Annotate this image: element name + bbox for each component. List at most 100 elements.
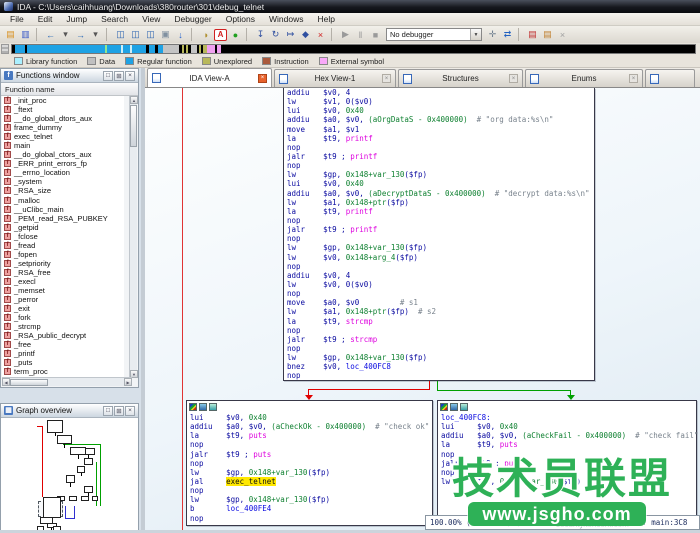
menu-item-file[interactable]: File xyxy=(3,13,31,26)
start-process-icon[interactable]: ▶ xyxy=(338,28,353,42)
float-icon[interactable]: ⊞ xyxy=(114,406,124,416)
function-row[interactable]: f__do_global_dtors_aux xyxy=(2,114,124,123)
function-row[interactable]: f_execl xyxy=(2,277,124,286)
function-row[interactable]: f_free xyxy=(2,340,124,349)
function-row[interactable]: f_fopen xyxy=(2,250,124,259)
scroll-left-icon[interactable]: ◀ xyxy=(2,378,10,386)
pause-process-icon[interactable]: ‖ xyxy=(353,28,368,42)
text-view-icon[interactable]: A xyxy=(214,29,227,41)
function-row[interactable]: f_malloc xyxy=(2,196,124,205)
step-over-icon[interactable]: ↻ xyxy=(268,28,283,42)
node-group-icon[interactable] xyxy=(199,403,207,411)
scrollbar-thumb[interactable] xyxy=(10,379,48,386)
tab-structures[interactable]: Structures× xyxy=(398,69,523,87)
segments-icon[interactable]: ▣ xyxy=(158,28,173,42)
run-until-return-icon[interactable]: ↦ xyxy=(283,28,298,42)
function-row[interactable]: f__uClibc_main xyxy=(2,205,124,214)
tab-partial[interactable] xyxy=(645,69,695,87)
function-row[interactable]: f__errno_location xyxy=(2,168,124,177)
navigator-scroll-icon[interactable] xyxy=(1,44,9,54)
save-icon[interactable]: ▥ xyxy=(18,28,33,42)
scrollbar-thumb[interactable] xyxy=(130,105,137,147)
graph-overview-titlebar[interactable]: ▦ Graph overview □⊞× xyxy=(1,404,138,418)
back-history-icon[interactable]: ▾ xyxy=(58,28,73,42)
function-row[interactable]: fframe_dummy xyxy=(2,123,124,132)
close-icon[interactable]: × xyxy=(125,406,135,416)
cancel-debugger-icon[interactable]: × xyxy=(313,28,328,42)
menu-item-windows[interactable]: Windows xyxy=(262,13,310,26)
function-row[interactable]: f_strcmp xyxy=(2,322,124,331)
node-frame-icon[interactable] xyxy=(209,403,217,411)
breakpoints-icon[interactable]: ▤ xyxy=(525,28,540,42)
function-row[interactable]: f_fread xyxy=(2,241,124,250)
reanalyze-icon[interactable]: ● xyxy=(228,28,243,42)
node-frame-icon[interactable] xyxy=(460,403,468,411)
function-row[interactable]: f_setpriority xyxy=(2,259,124,268)
menu-item-search[interactable]: Search xyxy=(94,13,135,26)
functions-list[interactable]: f_init_procf_ftextf__do_global_dtors_aux… xyxy=(2,96,124,378)
scroll-up-icon[interactable]: ▲ xyxy=(130,96,138,104)
menu-item-debugger[interactable]: Debugger xyxy=(167,13,218,26)
function-row[interactable]: f_fclose xyxy=(2,232,124,241)
function-row[interactable]: f_RSA_public_decrypt xyxy=(2,331,124,340)
function-row[interactable]: f_RSA_free xyxy=(2,268,124,277)
snapshot-icon[interactable]: ◑ xyxy=(198,28,213,42)
menu-item-jump[interactable]: Jump xyxy=(59,13,94,26)
function-row[interactable]: fterm_proc xyxy=(2,367,124,376)
function-row[interactable]: f_exit xyxy=(2,304,124,313)
strings-window-icon[interactable]: ◫ xyxy=(143,28,158,42)
basic-block-check-ok[interactable]: lui $v0, 0x40addiu $a0, $v0, (aCheckOk -… xyxy=(186,400,433,526)
node-group-icon[interactable] xyxy=(450,403,458,411)
function-row[interactable]: fmain xyxy=(2,141,124,150)
basic-block-main[interactable]: addiu $v0, 4lw $v1, 0($v0)lui $v0, 0x40a… xyxy=(283,88,595,381)
navigate-forward-icon[interactable]: → xyxy=(73,28,88,42)
function-row[interactable]: f_puts xyxy=(2,358,124,367)
navigation-band[interactable] xyxy=(0,43,700,55)
function-row[interactable]: f_getpid xyxy=(2,223,124,232)
chevron-down-icon[interactable]: ▼ xyxy=(470,29,481,40)
menu-item-help[interactable]: Help xyxy=(311,13,342,26)
functions-horizontal-scrollbar[interactable]: ◀ ▶ xyxy=(2,377,132,386)
node-color-icon[interactable] xyxy=(189,403,197,411)
scroll-right-icon[interactable]: ▶ xyxy=(124,378,132,386)
function-row[interactable]: f_printf xyxy=(2,349,124,358)
function-row[interactable]: f_init_proc xyxy=(2,96,124,105)
function-row[interactable]: f_PEM_read_RSA_PUBKEY xyxy=(2,214,124,223)
debugger-select[interactable]: No debugger ▼ xyxy=(386,28,482,41)
restore-icon[interactable]: □ xyxy=(103,406,113,416)
node-color-icon[interactable] xyxy=(440,403,448,411)
graph-overview-minimap[interactable] xyxy=(1,418,138,532)
function-row[interactable]: f_memset xyxy=(2,286,124,295)
tab-close-icon[interactable]: × xyxy=(382,74,391,83)
forward-history-icon[interactable]: ▾ xyxy=(88,28,103,42)
delete-icon[interactable]: × xyxy=(555,28,570,42)
function-row[interactable]: f_system xyxy=(2,177,124,186)
watches-icon[interactable]: ▤ xyxy=(540,28,555,42)
tab-enums[interactable]: Enums× xyxy=(525,69,643,87)
float-icon[interactable]: ⊞ xyxy=(114,71,124,81)
tab-close-icon[interactable]: × xyxy=(258,74,267,83)
function-row[interactable]: f_ftext xyxy=(2,105,124,114)
functions-vertical-scrollbar[interactable]: ▲ ▼ xyxy=(129,96,137,378)
pointer-mode-icon[interactable]: ✛ xyxy=(485,28,500,42)
tab-close-icon[interactable]: × xyxy=(629,74,638,83)
close-icon[interactable]: × xyxy=(125,71,135,81)
names-window-icon[interactable]: ◫ xyxy=(113,28,128,42)
function-row[interactable]: f_RSA_size xyxy=(2,186,124,195)
functions-window-icon[interactable]: ◫ xyxy=(128,28,143,42)
jump-address-icon[interactable]: ↓ xyxy=(173,28,188,42)
stop-process-icon[interactable]: ■ xyxy=(368,28,383,42)
tab-ida-view-a[interactable]: IDA View-A× xyxy=(147,68,272,87)
function-row[interactable]: f_perror xyxy=(2,295,124,304)
switch-debugger-icon[interactable]: ⇄ xyxy=(500,28,515,42)
functions-window-titlebar[interactable]: f Functions window □⊞× xyxy=(1,69,138,83)
step-into-icon[interactable]: ↧ xyxy=(253,28,268,42)
open-file-icon[interactable]: ▤ xyxy=(3,28,18,42)
attach-process-icon[interactable]: ◆ xyxy=(298,28,313,42)
restore-icon[interactable]: □ xyxy=(103,71,113,81)
function-row[interactable]: f_fork xyxy=(2,313,124,322)
navigate-back-icon[interactable]: ← xyxy=(43,28,58,42)
function-name-column-header[interactable]: Function name xyxy=(1,83,138,96)
function-row[interactable]: f__do_global_ctors_aux xyxy=(2,150,124,159)
tab-close-icon[interactable]: × xyxy=(509,74,518,83)
